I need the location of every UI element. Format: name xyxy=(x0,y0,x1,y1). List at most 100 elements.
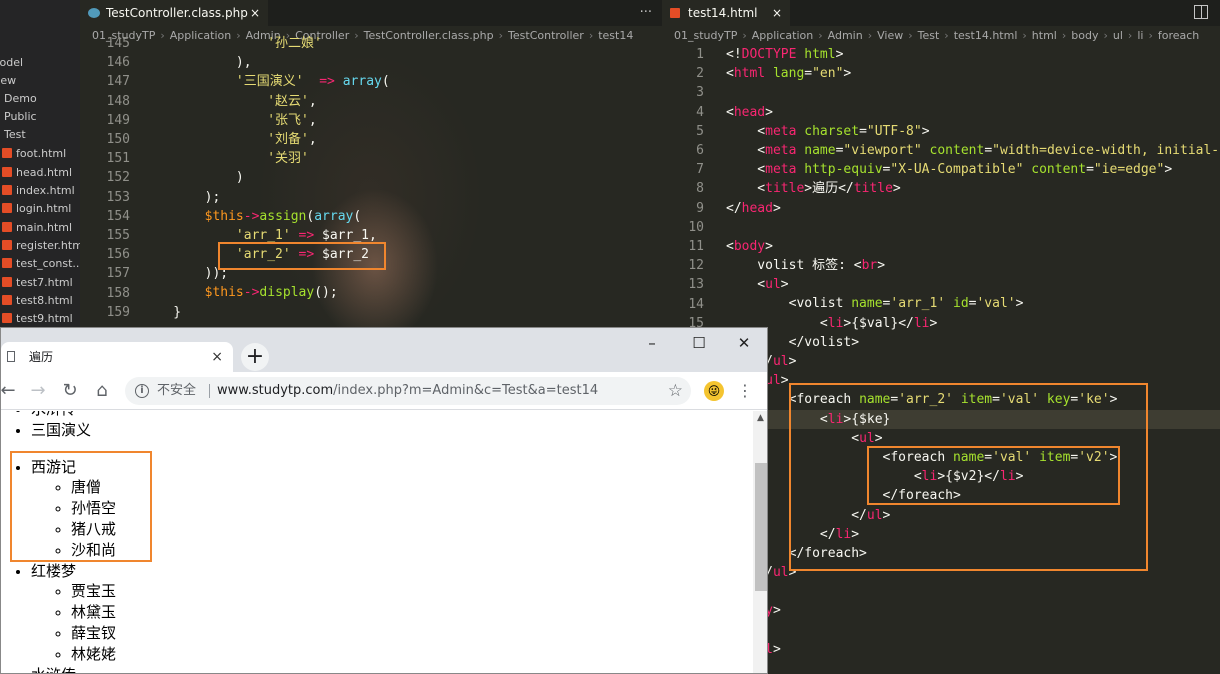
explorer-item-label: test9.html xyxy=(16,312,73,325)
code-line: <html lang="en"> xyxy=(726,64,1220,83)
code-token: < xyxy=(726,66,734,82)
browser-toolbar: ← → ↻ ⌂ i 不安全 www.studytp.com/index.php?… xyxy=(1,372,767,410)
explorer-item[interactable]: Public xyxy=(4,108,37,126)
close-tab-icon[interactable]: × xyxy=(772,0,782,26)
split-editor-icon[interactable] xyxy=(1194,5,1208,19)
explorer-item[interactable]: head.html xyxy=(0,164,72,182)
code-token: > xyxy=(772,641,781,657)
minimize-button[interactable]: – xyxy=(637,334,667,352)
home-icon[interactable]: ⌂ xyxy=(89,378,115,404)
line-number: 157 xyxy=(106,266,130,282)
explorer-item[interactable]: main.html xyxy=(0,219,72,237)
breadcrumb-separator: › xyxy=(588,29,594,42)
explorer-item[interactable]: View xyxy=(0,72,16,90)
explorer-item[interactable]: test_const... xyxy=(0,255,80,273)
tab-testcontroller[interactable]: TestController.class.php × xyxy=(80,0,268,26)
breadcrumb-item[interactable]: html xyxy=(1032,29,1057,42)
breadcrumb-item[interactable]: ul xyxy=(1113,29,1123,42)
profile-avatar[interactable]: 😜 xyxy=(704,381,724,401)
page-scrollbar[interactable]: ▲ xyxy=(753,411,767,673)
code-line: $this->display(); xyxy=(142,283,390,302)
breadcrumb-item[interactable]: test14 xyxy=(598,29,633,42)
explorer-item-label: login.html xyxy=(16,202,72,215)
code-token: > xyxy=(921,123,930,139)
code-token: > xyxy=(788,354,797,369)
code-token: > xyxy=(877,258,886,274)
back-icon[interactable]: ← xyxy=(1,378,21,404)
maximize-button[interactable]: ☐ xyxy=(684,334,714,352)
code-token: => xyxy=(303,74,343,90)
insecure-label: 不安全 xyxy=(157,383,197,398)
code-token: } xyxy=(142,304,182,320)
code-token: 'val' xyxy=(976,296,1016,312)
new-tab-button[interactable]: + xyxy=(241,343,269,371)
code-token: )); xyxy=(142,266,229,282)
reload-icon[interactable]: ↻ xyxy=(57,378,83,404)
tab-label: test14.html xyxy=(688,6,758,20)
breadcrumb-item[interactable]: li xyxy=(1137,29,1143,42)
explorer-item[interactable]: Test xyxy=(4,126,26,144)
code-token: ul xyxy=(772,354,789,369)
code-token: "UTF-8" xyxy=(866,123,922,139)
breadcrumb-separator: › xyxy=(498,29,504,42)
close-tab-icon[interactable]: × xyxy=(211,342,223,372)
code-token: > xyxy=(780,277,789,293)
code-token: '孙二娘' xyxy=(142,36,322,51)
breadcrumb-item[interactable]: View xyxy=(877,29,903,42)
breadcrumb-item[interactable]: Application xyxy=(752,29,813,42)
explorer-item[interactable]: test9.html xyxy=(0,310,73,328)
explorer-item-label: Public xyxy=(4,110,37,123)
breadcrumb-item[interactable]: TestController xyxy=(508,29,584,42)
bookmark-star-icon[interactable]: ☆ xyxy=(668,377,683,405)
explorer-item[interactable]: login.html xyxy=(0,200,71,218)
code-token: > xyxy=(835,47,844,62)
browser-tab[interactable]: 遍历 × xyxy=(1,342,233,372)
forward-icon[interactable]: → xyxy=(25,378,51,404)
explorer-item[interactable]: foot.html xyxy=(0,145,66,163)
close-tab-icon[interactable]: × xyxy=(250,0,260,26)
breadcrumb-item[interactable]: foreach xyxy=(1158,29,1199,42)
code-token: -> xyxy=(243,208,260,224)
code-token: < xyxy=(726,142,766,158)
code-token: html xyxy=(796,47,836,62)
code-token: , xyxy=(308,93,317,109)
explorer-item[interactable]: Demo xyxy=(4,90,37,108)
explorer-item[interactable]: register.html xyxy=(0,237,80,255)
tab-test14[interactable]: test14.html × xyxy=(662,0,790,26)
code-token: < xyxy=(726,181,766,197)
code-token: 'arr_1' xyxy=(142,227,291,243)
explorer-item[interactable]: test7.html xyxy=(0,274,73,292)
scrollbar-thumb[interactable] xyxy=(755,463,767,591)
code-token: > xyxy=(772,200,781,216)
breadcrumb-separator: › xyxy=(1061,29,1067,42)
info-icon[interactable]: i xyxy=(135,384,149,398)
scroll-up-icon[interactable]: ▲ xyxy=(757,413,764,423)
character-item: 贾宝玉 xyxy=(71,582,753,603)
code-token: = xyxy=(1086,162,1094,178)
code-line: </html> xyxy=(726,640,1220,659)
code-line: <li>{$val}</li> xyxy=(726,314,1220,333)
line-number: 2 xyxy=(696,66,704,82)
code-token: $this xyxy=(204,208,244,224)
code-line: $this->assign(array( xyxy=(142,207,390,226)
breadcrumb-item[interactable]: Admin xyxy=(828,29,863,42)
url-path: /index.php?m=Admin&c=Test&a=test14 xyxy=(333,383,599,398)
close-window-button[interactable]: ✕ xyxy=(729,334,759,352)
code-token: assign xyxy=(259,208,307,224)
menu-icon[interactable]: ⋮ xyxy=(737,378,753,404)
breadcrumb-item[interactable]: 01_studyTP xyxy=(674,29,737,42)
address-bar[interactable]: i 不安全 www.studytp.com/index.php?m=Admin&… xyxy=(125,377,691,405)
explorer-item[interactable]: test8.html xyxy=(0,292,73,310)
line-number: 159 xyxy=(106,304,130,320)
explorer-item[interactable]: index.html xyxy=(0,182,75,200)
html-file-icon xyxy=(2,240,12,250)
breadcrumb-item[interactable]: test14.html xyxy=(954,29,1018,42)
more-actions-icon[interactable]: ··· xyxy=(640,0,652,26)
breadcrumb-item[interactable]: Test xyxy=(918,29,940,42)
breadcrumb-item[interactable]: body xyxy=(1071,29,1098,42)
code-area[interactable]: '孙二娘' ), '三国演义' => array( '赵云', '张飞', '刘… xyxy=(142,34,390,322)
highlight-box-arr2 xyxy=(218,242,386,270)
explorer-item[interactable]: Model xyxy=(0,54,23,72)
